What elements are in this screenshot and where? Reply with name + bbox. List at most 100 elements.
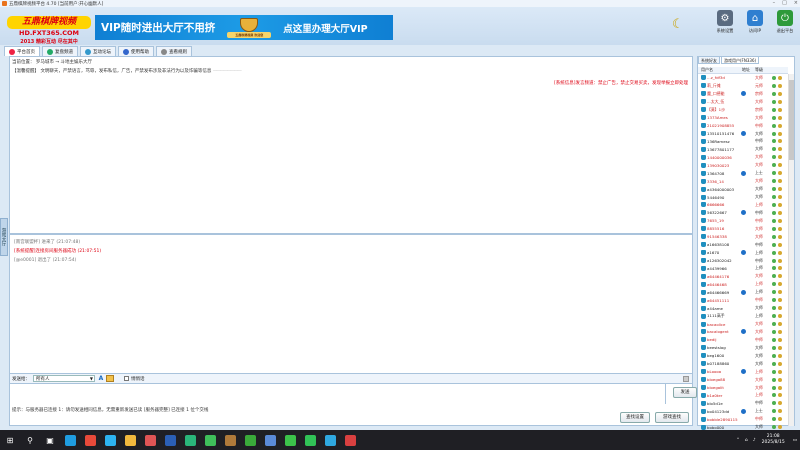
user-row[interactable]: a4439966 上师 (698, 265, 788, 273)
user-level: 大师 (755, 376, 763, 382)
font-format-icon[interactable]: A (97, 375, 105, 382)
gear-button[interactable]: ⚙ 系统设置 (710, 10, 740, 34)
user-row[interactable]: 56322667 中师 (698, 209, 788, 217)
tray-up-icon[interactable]: ⌃ (736, 438, 740, 443)
tab-4[interactable]: 查看规则 (156, 46, 192, 56)
chat-icon[interactable] (300, 430, 320, 450)
game2-icon[interactable] (340, 430, 360, 450)
user-row[interactable]: bloega88 大师 (698, 376, 788, 384)
user-row[interactable]: b1a0ter 上师 (698, 392, 788, 400)
user-row[interactable]: bLoooa 上师 (698, 368, 788, 376)
col-username[interactable]: 用户名 (701, 67, 713, 73)
word-icon[interactable] (160, 430, 180, 450)
windows-icon[interactable]: ⊞ (0, 430, 20, 450)
user-row[interactable]: a1670 上师 (698, 249, 788, 257)
user-list-scrollbar[interactable] (788, 74, 794, 426)
image-icon[interactable] (106, 375, 114, 382)
user-row[interactable]: bo04123dd 上士 (698, 407, 788, 415)
message-input[interactable] (10, 384, 666, 404)
tab-3[interactable]: 使用帮助 (118, 46, 154, 56)
scrollbar-thumb[interactable] (789, 80, 794, 160)
side-tab-game-hall[interactable]: 游戏大厅 (0, 218, 8, 256)
maximize-button[interactable]: □ (782, 0, 787, 6)
video-icon[interactable] (320, 430, 340, 450)
search-icon[interactable]: ⚲ (20, 430, 40, 450)
user-row[interactable]: 139030023 大师 (698, 161, 788, 169)
exit-button[interactable]: ⏻ 退出平台 (770, 10, 800, 34)
taskbar-apps: ⊞ ⚲ ▣ (0, 430, 360, 450)
user-row[interactable]: 1440000036 大师 (698, 153, 788, 161)
notification-icon[interactable]: ▭ (793, 438, 797, 443)
game-search-button[interactable]: 游戏查找 (655, 412, 689, 423)
tab-2[interactable]: 互动论坛 (80, 46, 116, 56)
blue-app-icon[interactable] (260, 430, 280, 450)
user-row[interactable]: bloegalit 大师 (698, 384, 788, 392)
user-row[interactable]: 136Ramesz 中师 (698, 138, 788, 146)
tab-1[interactable]: 复盘频道 (42, 46, 78, 56)
close-button[interactable]: × (794, 0, 798, 6)
tab-game-users[interactable]: 游戏用户(FN336) (721, 56, 760, 64)
search-settings-button[interactable]: 查找设置 (620, 412, 650, 423)
user-row[interactable]: 5446490 大师 (698, 193, 788, 201)
browser-icon[interactable] (180, 430, 200, 450)
user-row[interactable]: bedij 中师 (698, 336, 788, 344)
folder-icon[interactable] (120, 430, 140, 450)
user-row[interactable]: a6446468 上师 (698, 280, 788, 288)
user-row[interactable]: 13677801177 大师 (698, 145, 788, 153)
col-ip[interactable]: 地址 (742, 67, 750, 73)
green-app-icon[interactable] (240, 430, 260, 450)
wechat-icon[interactable] (280, 430, 300, 450)
user-row[interactable]: a44ame 大师 (698, 304, 788, 312)
home-button[interactable]: ⌂ 访问IP (740, 10, 770, 34)
user-row[interactable]: 6666666 上师 (698, 201, 788, 209)
user-row[interactable]: a126302042 中师 (698, 257, 788, 265)
recipient-select[interactable]: 所有人 ▼ (33, 375, 95, 382)
minimize-button[interactable]: – (773, 0, 776, 6)
user-row[interactable]: 3336_14 大师 (698, 177, 788, 185)
user-row[interactable]: 7655_19 中师 (698, 217, 788, 225)
user-row[interactable]: bacaolice 大师 (698, 320, 788, 328)
user-row[interactable]: a64451111 中师 (698, 296, 788, 304)
user-row[interactable]: bobble2890115 中师 (698, 415, 788, 423)
moon-icon[interactable]: ☾ (672, 17, 690, 35)
box-icon[interactable] (220, 430, 240, 450)
game-icon[interactable] (200, 430, 220, 450)
taskview-icon[interactable]: ▣ (40, 430, 60, 450)
tab-0[interactable]: 平台首页 (4, 46, 40, 56)
user-row[interactable]: bacalogent 大师 (698, 328, 788, 336)
user-row[interactable]: 8855516 大师 (698, 225, 788, 233)
user-row[interactable]: beg1600 大师 (698, 352, 788, 360)
user-row[interactable]: 21021908855 中师 (698, 122, 788, 130)
vip-banner[interactable]: VIP随时进出大厅不用挤 五鼎棋牌视频 欢迎您 点这里办理大厅VIP (95, 15, 393, 40)
user-row[interactable]: ...z_fdf3d 大师 (698, 74, 788, 82)
user-row[interactable]: 1111高手 上师 (698, 312, 788, 320)
user-row[interactable]: blo5d1e 中师 (698, 399, 788, 407)
tab-friends[interactable]: 系统好友 (698, 56, 720, 64)
user-row[interactable]: a4364000003 大师 (698, 185, 788, 193)
col-level[interactable]: 等级 (755, 67, 763, 73)
clock[interactable]: 21:08 2025/8/15 (762, 434, 785, 446)
user-row[interactable]: b07188860 大师 (698, 360, 788, 368)
user-row[interactable]: 13510151476 大师 (698, 130, 788, 138)
user-row[interactable]: 莉_斤摊 元师 (698, 82, 788, 90)
user-row[interactable]: ...太大_伍 大师 (698, 98, 788, 106)
user-row[interactable]: a64466669 上师 (698, 288, 788, 296)
user-row[interactable]: 魔_口德能 宗师 (698, 90, 788, 98)
app-icon[interactable] (140, 430, 160, 450)
network-icon[interactable]: ⌂ (745, 438, 748, 443)
expand-icon[interactable] (683, 375, 689, 382)
user-row[interactable]: beestslog 大师 (698, 344, 788, 352)
user-row[interactable]: a64464176 大师 (698, 272, 788, 280)
whisper-checkbox[interactable] (124, 376, 129, 381)
chrome-icon[interactable] (80, 430, 100, 450)
qq-icon[interactable] (100, 430, 120, 450)
user-row[interactable]: 【莫】1沙 宗师 (698, 106, 788, 114)
user-row[interactable]: 1364708 上士 (698, 169, 788, 177)
edge-icon[interactable] (60, 430, 80, 450)
volume-icon[interactable]: ♪ (753, 438, 756, 443)
user-row[interactable]: 1373Ames 大师 (698, 114, 788, 122)
user-row[interactable]: a16638108 中师 (698, 241, 788, 249)
send-button[interactable]: 发送 (673, 387, 697, 398)
splitter[interactable] (10, 233, 692, 235)
user-row[interactable]: 91546338 大师 (698, 233, 788, 241)
